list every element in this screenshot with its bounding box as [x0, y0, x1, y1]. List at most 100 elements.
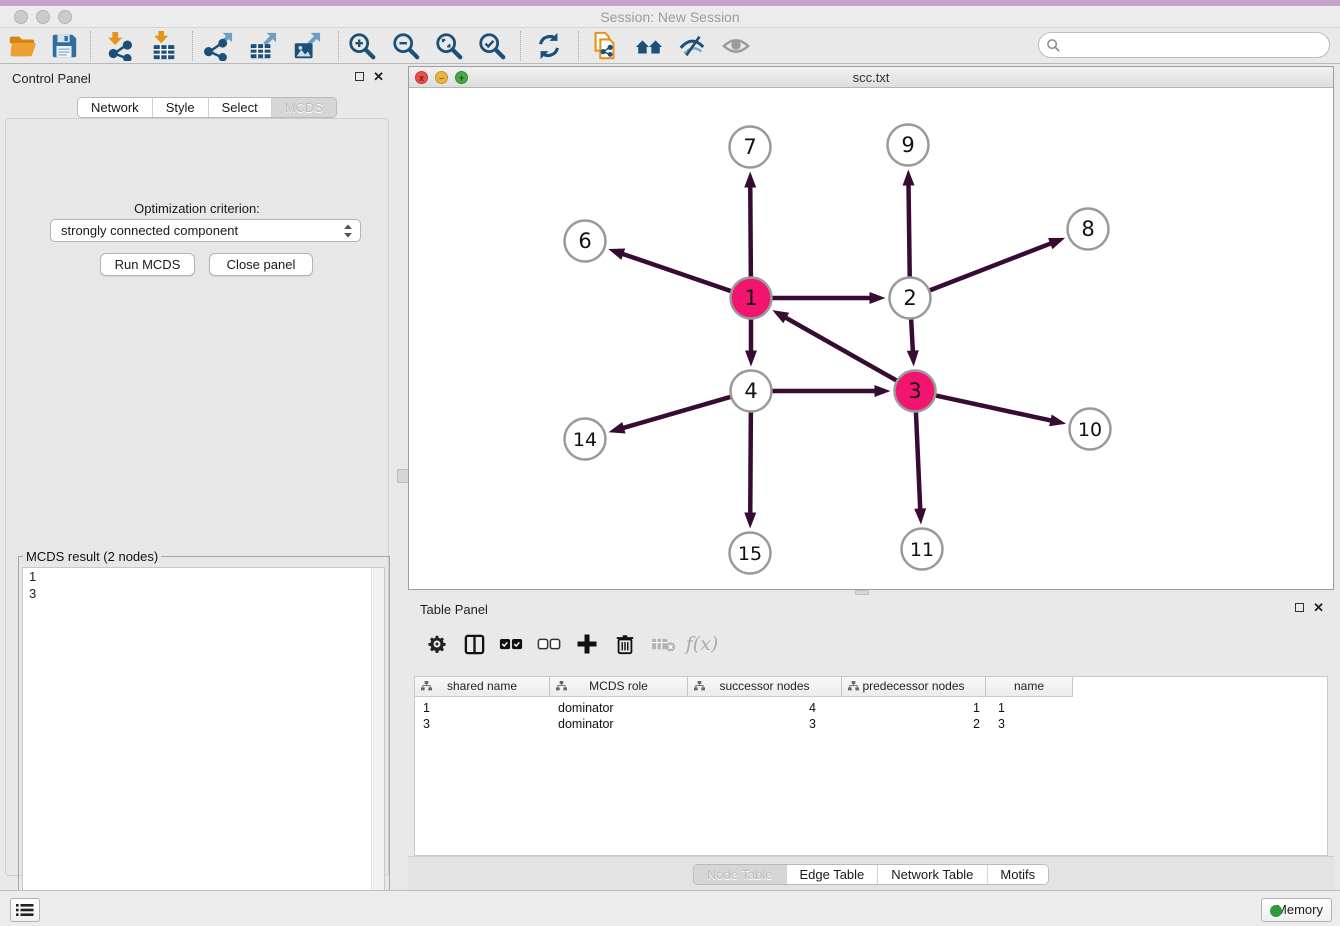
column-header-successor-nodes[interactable]: successor nodes: [688, 677, 842, 697]
zoom-selected-icon[interactable]: [473, 29, 511, 63]
graph-node-label: 3: [908, 379, 921, 403]
hide-toggle-icon[interactable]: [673, 29, 711, 63]
zoom-fit-icon[interactable]: [430, 29, 468, 63]
cell-successor-nodes[interactable]: 4: [688, 700, 842, 716]
import-table-icon[interactable]: [145, 29, 183, 63]
mcds-result-textarea[interactable]: 1 3: [22, 567, 385, 926]
home-views-icon[interactable]: [630, 29, 668, 63]
graph-node-label: 9: [901, 133, 914, 157]
result-scrollbar[interactable]: [371, 568, 384, 926]
float-panel-icon[interactable]: [355, 72, 364, 81]
graph-edge-3-10[interactable]: [936, 396, 1052, 421]
toolbar-separator: [520, 31, 521, 61]
close-panel-button[interactable]: Close panel: [209, 253, 313, 276]
network-canvas[interactable]: 7968124314101511: [409, 88, 1333, 589]
search-input[interactable]: [1065, 34, 1320, 56]
open-session-icon[interactable]: [3, 29, 41, 63]
cell-name[interactable]: 1: [986, 700, 1073, 716]
graph-arrowhead: [907, 350, 919, 366]
column-type-icon: [848, 681, 859, 692]
cell-predecessor-nodes[interactable]: 1: [842, 700, 986, 716]
export-image-icon[interactable]: [287, 29, 325, 63]
graph-node-label: 15: [738, 543, 762, 565]
graph-node-label: 1: [744, 286, 757, 310]
tab-node-table[interactable]: Node Table: [694, 865, 787, 884]
cell-name[interactable]: 3: [986, 716, 1073, 732]
tab-network-table[interactable]: Network Table: [878, 865, 987, 884]
network-window-titlebar[interactable]: x – + scc.txt: [409, 67, 1333, 88]
graph-edge-1-7[interactable]: [750, 185, 751, 276]
graph-node-label: 6: [578, 229, 591, 253]
graph-edge-2-9[interactable]: [909, 183, 910, 276]
tab-edge-table[interactable]: Edge Table: [786, 865, 878, 884]
control-panel-tabs: Network Style Select MCDS: [77, 97, 337, 118]
graph-edge-2-8[interactable]: [930, 243, 1052, 290]
destroy-table-icon: [648, 629, 678, 659]
delete-column-icon[interactable]: [610, 629, 640, 659]
graph-edge-4-14[interactable]: [622, 397, 730, 428]
save-session-icon[interactable]: [45, 29, 83, 63]
main-toolbar: [0, 28, 1340, 64]
table-tabs-strip: Node Table Edge Table Network Table Moti…: [408, 856, 1334, 890]
import-network-icon[interactable]: [99, 29, 137, 63]
graph-edge-2-3[interactable]: [911, 319, 913, 352]
cell-mcds-role[interactable]: dominator: [550, 700, 688, 716]
graph-edge-4-15[interactable]: [750, 412, 751, 514]
table-settings-icon[interactable]: [422, 629, 452, 659]
copy-network-icon[interactable]: [586, 29, 624, 63]
table-row[interactable]: 3 dominator 3 2 3: [415, 716, 1073, 732]
run-mcds-button[interactable]: Run MCDS: [100, 253, 195, 276]
split-columns-icon[interactable]: [459, 629, 489, 659]
column-header-shared-name[interactable]: shared name: [415, 677, 550, 697]
graph-arrowhead: [903, 169, 915, 185]
cell-shared-name[interactable]: 3: [415, 716, 550, 732]
optimization-criterion-dropdown[interactable]: strongly connected component: [50, 219, 361, 242]
dropdown-value: strongly connected component: [61, 223, 238, 238]
zoom-in-icon[interactable]: [343, 29, 381, 63]
search-field[interactable]: [1038, 32, 1330, 58]
add-column-icon[interactable]: [572, 629, 602, 659]
show-eye-icon[interactable]: [717, 29, 755, 63]
memory-button[interactable]: Memory: [1261, 898, 1332, 922]
graph-arrowhead: [608, 248, 625, 259]
graph-edge-1-6[interactable]: [621, 254, 730, 292]
tab-select[interactable]: Select: [209, 98, 272, 117]
column-type-icon: [421, 681, 432, 692]
column-header-predecessor-nodes[interactable]: predecessor nodes: [842, 677, 986, 697]
column-header-mcds-role[interactable]: MCDS role: [550, 677, 688, 697]
export-table-icon[interactable]: [243, 29, 281, 63]
mcds-result-title: MCDS result (2 nodes): [23, 549, 161, 564]
zoom-out-icon[interactable]: [387, 29, 425, 63]
refresh-layout-icon[interactable]: [530, 29, 568, 63]
cell-mcds-role[interactable]: dominator: [550, 716, 688, 732]
window-titlebar[interactable]: Session: New Session: [0, 6, 1340, 28]
tab-mcds[interactable]: MCDS: [272, 98, 336, 117]
tab-motifs[interactable]: Motifs: [987, 865, 1048, 884]
dropdown-stepper-icon: [341, 222, 355, 240]
tab-style[interactable]: Style: [153, 98, 209, 117]
close-panel-icon[interactable]: ✕: [373, 69, 384, 85]
table-toolbar: f(x): [408, 621, 1334, 667]
graph-arrowhead: [914, 508, 926, 524]
deselect-all-checks-icon[interactable]: [534, 629, 564, 659]
column-header-name[interactable]: name: [986, 677, 1073, 697]
toolbar-separator: [338, 31, 339, 61]
cell-predecessor-nodes[interactable]: 2: [842, 716, 986, 732]
graph-node-label: 4: [744, 379, 757, 403]
close-panel-icon[interactable]: ✕: [1313, 600, 1324, 616]
result-line: 1: [23, 568, 384, 585]
cell-shared-name[interactable]: 1: [415, 700, 550, 716]
float-panel-icon[interactable]: [1295, 603, 1304, 612]
optimization-criterion-label: Optimization criterion:: [6, 201, 388, 216]
table-row[interactable]: 1 dominator 4 1 1: [415, 700, 1073, 716]
export-network-icon[interactable]: [199, 29, 237, 63]
graph-edge-3-1[interactable]: [784, 317, 896, 380]
graph-edge-3-11[interactable]: [916, 412, 920, 510]
control-panel: Control Panel ✕ Network Style Select MCD…: [0, 64, 394, 890]
mcds-panel: Optimization criterion: strongly connect…: [5, 118, 389, 876]
select-all-checks-icon[interactable]: [496, 629, 526, 659]
cell-successor-nodes[interactable]: 3: [688, 716, 842, 732]
graph-node-label: 2: [903, 286, 916, 310]
tab-network[interactable]: Network: [78, 98, 153, 117]
task-history-button[interactable]: [10, 898, 40, 922]
